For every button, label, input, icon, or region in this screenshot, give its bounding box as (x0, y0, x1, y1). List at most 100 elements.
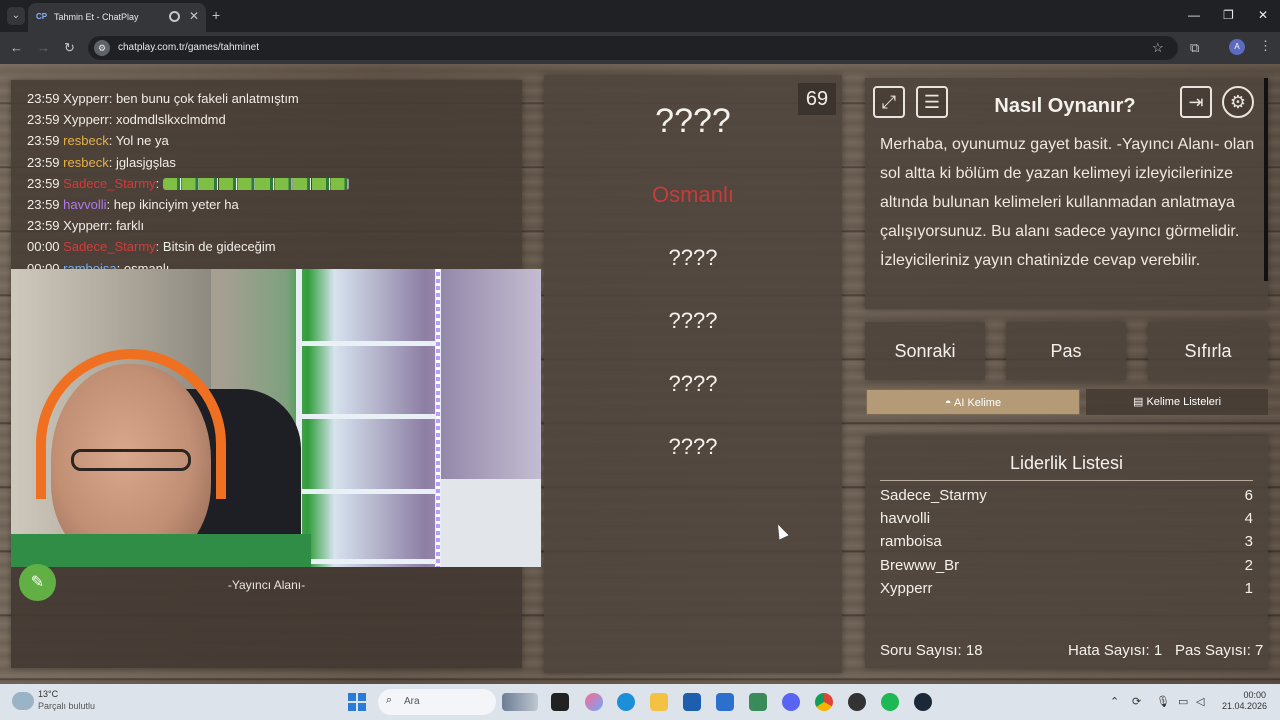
leaderboard-name: Brewww_Br (880, 556, 960, 574)
reload-icon[interactable]: ↻ (64, 40, 75, 56)
chat-username[interactable]: resbeck (63, 155, 109, 170)
copilot-icon[interactable] (585, 693, 603, 711)
chat-message: 23:59 resbeck: jglasjgşlas (27, 154, 176, 170)
chat-username[interactable]: Sadece_Starmy (63, 176, 156, 191)
terminal-icon[interactable] (551, 693, 569, 711)
clock-date: 21.04.2026 (1222, 701, 1268, 711)
mail-icon[interactable] (716, 693, 734, 711)
maximize-icon[interactable]: ❐ (1223, 7, 1234, 23)
game-app-icon[interactable] (848, 693, 866, 711)
browser-tab-bar: ⌄ CP Tahmin Et - ChatPlay ✕ + — ❐ ✕ (0, 0, 1280, 32)
widget-thumbnail-icon[interactable] (502, 693, 538, 711)
chat-message-text: hep ikinciyim yeter ha (113, 197, 239, 212)
spotify-icon[interactable] (881, 693, 899, 711)
leaderboard-row: Xypperr 1 (880, 580, 1253, 598)
chat-username[interactable]: Xypperr (63, 112, 109, 127)
taskbar-search[interactable]: ⌕ Ara (378, 689, 496, 715)
chat-timestamp: 23:59 (27, 218, 60, 234)
chat-username[interactable]: Xypperr (63, 91, 109, 106)
how-to-play-text: Merhaba, oyunumuz gayet basit. -Yayıncı … (880, 136, 1255, 269)
url-text[interactable]: chatplay.com.tr/games/tahminet (118, 41, 259, 55)
logout-icon[interactable]: ⇥ (1180, 86, 1212, 118)
edge-icon[interactable] (617, 693, 635, 711)
tab-audio-icon[interactable] (169, 11, 180, 22)
store-icon[interactable] (683, 693, 701, 711)
revealed-hint-word: Osmanlı (652, 182, 734, 207)
tray-chevron-icon[interactable]: ⌃ (1110, 695, 1119, 709)
leaderboard-name: Sadece_Starmy (880, 487, 987, 504)
list-icon: ▤ (1132, 396, 1144, 408)
chat-username[interactable]: Xypperr (63, 218, 109, 233)
hidden-word: ???? (668, 308, 718, 333)
browser-tab[interactable]: CP Tahmin Et - ChatPlay ✕ (28, 3, 206, 32)
leaderboard-score: 2 (1244, 556, 1253, 574)
tray-mic-icon[interactable]: 🎙 (1156, 695, 1170, 709)
chat-timestamp: 23:59 (27, 197, 60, 212)
streamer-area-label: -Yayıncı Alanı- (227, 578, 306, 592)
error-count: Hata Sayısı: 1 (1068, 642, 1163, 659)
leaderboard-score: 6 (1244, 487, 1253, 504)
reset-button[interactable]: Sıfırla (1148, 322, 1268, 380)
next-button[interactable]: Sonraki (865, 322, 985, 380)
minimize-icon[interactable]: — (1188, 7, 1200, 23)
tray-volume-icon[interactable]: ◁ (1196, 695, 1204, 709)
pass-button[interactable]: Pas (1006, 322, 1126, 380)
clock-time: 00:00 (1243, 690, 1266, 700)
chat-username[interactable]: resbeck (63, 133, 109, 148)
new-tab-button[interactable]: + (212, 7, 220, 23)
chat-message: 23:59 havvolli: hep ikinciyim yeter ha (27, 197, 239, 212)
panel-scrollbar[interactable] (1264, 78, 1268, 281)
chat-message-text: xodmdlslkxclmdmd (115, 112, 226, 128)
window-close-icon[interactable]: ✕ (1258, 7, 1268, 23)
webcam-feed (11, 269, 541, 567)
leaderboard-title: Liderlik Listesi (880, 452, 1253, 481)
chat-timestamp: 23:59 (27, 175, 60, 191)
taskbar-clock[interactable]: 00:00 21.04.2026 (1222, 690, 1268, 712)
chat-message: 23:59 Xypperr: ben bunu çok fakeli anlat… (27, 91, 299, 106)
discord-icon[interactable] (782, 693, 800, 711)
search-placeholder: Ara (404, 696, 420, 707)
profile-avatar[interactable]: A (1229, 39, 1245, 55)
photos-icon[interactable] (749, 693, 767, 711)
weather-description[interactable]: Parçalı bulutlu (38, 701, 95, 712)
leaderboard-score: 1 (1244, 579, 1253, 597)
leaderboard-name: Xypperr (880, 579, 933, 597)
chat-message-text: farklı (115, 218, 145, 234)
hidden-word: ???? (668, 245, 718, 270)
chrome-icon[interactable] (815, 693, 833, 711)
chat-message: 23:59 Sadece_Starmy: (27, 176, 349, 192)
chat-emote-icon (162, 178, 349, 191)
settings-gear-icon[interactable]: ⚙ (1222, 86, 1254, 118)
chat-username[interactable]: Sadece_Starmy (63, 239, 156, 254)
forward-arrow-icon[interactable]: → (37, 40, 50, 56)
back-arrow-icon[interactable]: ← (10, 40, 23, 56)
weather-temperature[interactable]: 13°C (38, 689, 58, 700)
extensions-icon[interactable]: ⧉ (1190, 40, 1199, 56)
leaderboard-name: havvolli (880, 510, 931, 528)
ai-word-button[interactable]: ◓ AI Kelime (866, 389, 1080, 415)
question-count: Soru Sayısı: 18 (880, 642, 983, 659)
address-bar[interactable]: ⚙ chatplay.com.tr/games/tahminet ☆ (88, 36, 1178, 60)
leaderboard-row: Brewww_Br 2 (880, 557, 1253, 575)
browser-menu-icon[interactable]: ⋮ (1259, 38, 1272, 54)
chat-message: 00:00 Sadece_Starmy: Bitsin de gideceğim (27, 239, 276, 255)
site-info-icon[interactable]: ⚙ (94, 40, 110, 56)
bookmark-star-icon[interactable]: ☆ (1152, 40, 1164, 56)
weather-cloud-icon[interactable] (12, 692, 34, 710)
hidden-word: ???? (668, 434, 718, 459)
tab-close-icon[interactable]: ✕ (189, 9, 199, 23)
robot-icon: ◓ (944, 397, 952, 409)
chat-username[interactable]: havvolli (63, 197, 106, 212)
chat-line-clipped (27, 80, 31, 90)
tab-search-icon[interactable]: ⌄ (7, 7, 25, 25)
word-lists-button[interactable]: ▤ Kelime Listeleri (1086, 389, 1268, 415)
windows-start-icon[interactable] (348, 693, 366, 711)
tray-sync-icon[interactable]: ⟳ (1132, 695, 1141, 709)
leaderboard-row: Sadece_Starmy 6 (880, 487, 1253, 505)
steam-icon[interactable] (914, 693, 932, 711)
leaderboard-score: 3 (1244, 533, 1253, 551)
tray-network-icon[interactable]: ▭ (1178, 695, 1188, 709)
file-explorer-icon[interactable] (650, 693, 668, 711)
ai-word-label: AI Kelime (954, 397, 1002, 409)
word-lists-label: Kelime Listeleri (1146, 396, 1222, 408)
